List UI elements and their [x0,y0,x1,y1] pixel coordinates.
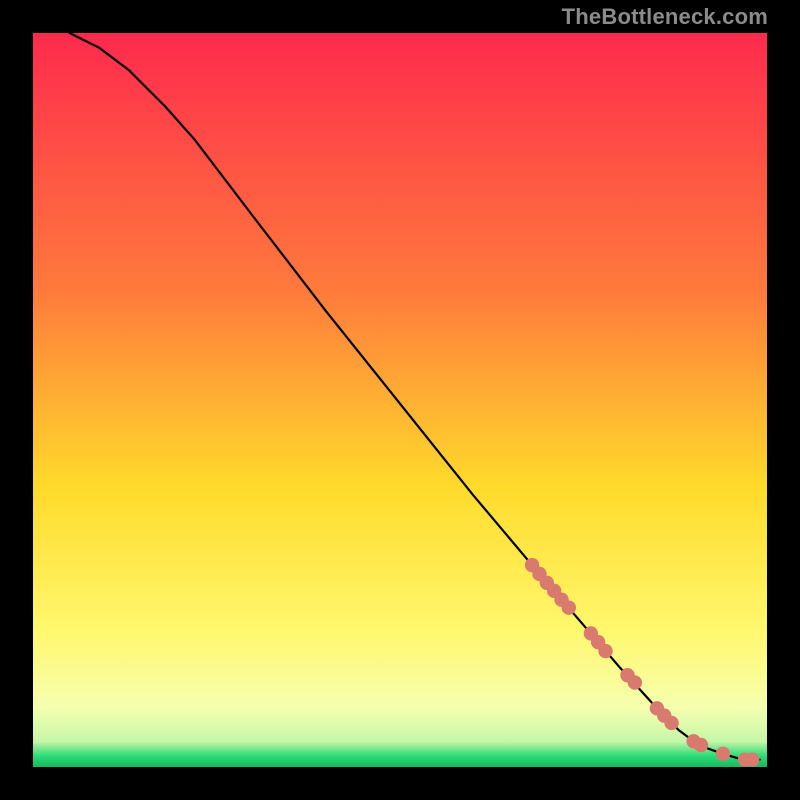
watermark-text: TheBottleneck.com [562,4,768,30]
chart-stage: TheBottleneck.com [0,0,800,800]
plot-gradient-bg [33,33,767,767]
plot-area [33,33,767,767]
